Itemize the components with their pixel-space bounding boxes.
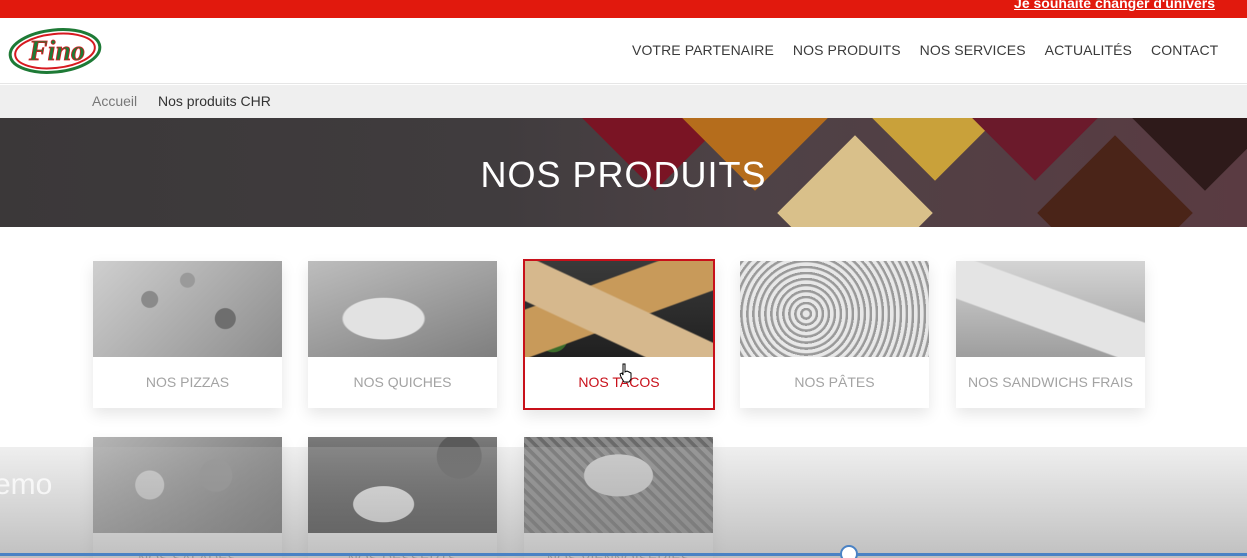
change-universe-link[interactable]: Je souhaite changer d'univers bbox=[1014, 0, 1215, 11]
fino-logo[interactable]: Fino bbox=[8, 27, 102, 75]
product-card-quiches[interactable]: NOS QUICHES bbox=[308, 261, 497, 408]
product-card-salades[interactable]: NOS SALADES bbox=[93, 437, 282, 558]
logo-text: Fino bbox=[28, 36, 85, 67]
hand-cursor-icon bbox=[619, 363, 632, 383]
progress-knob[interactable] bbox=[840, 545, 858, 558]
nav-item-partenaire[interactable]: VOTRE PARTENAIRE bbox=[632, 42, 774, 58]
product-card-desserts[interactable]: NOS DESSERTS bbox=[308, 437, 497, 558]
header: Fino VOTRE PARTENAIRE NOS PRODUITS NOS S… bbox=[0, 18, 1247, 84]
sandwich-photo bbox=[956, 261, 1145, 357]
pasta-photo bbox=[740, 261, 929, 357]
product-label: NOS SANDWICHS FRAIS bbox=[968, 374, 1133, 390]
main-nav: VOTRE PARTENAIRE NOS PRODUITS NOS SERVIC… bbox=[632, 42, 1237, 58]
overlay-watermark: emo bbox=[0, 468, 53, 501]
quiche-photo bbox=[308, 261, 497, 357]
product-label: NOS PÂTES bbox=[794, 374, 875, 390]
nav-item-actualites[interactable]: ACTUALITÉS bbox=[1045, 42, 1132, 58]
top-bar: Je souhaite changer d'univers bbox=[0, 0, 1247, 18]
hero-banner: NOS PRODUITS bbox=[0, 118, 1247, 227]
nav-item-contact[interactable]: CONTACT bbox=[1151, 42, 1218, 58]
product-card-pates[interactable]: NOS PÂTES bbox=[740, 261, 929, 408]
dessert-photo bbox=[308, 437, 497, 533]
salad-photo bbox=[93, 437, 282, 533]
progress-bar[interactable] bbox=[0, 553, 1247, 556]
breadcrumb: Accueil Nos produits CHR bbox=[0, 85, 1247, 118]
product-label: NOS PIZZAS bbox=[145, 374, 230, 390]
nav-item-produits[interactable]: NOS PRODUITS bbox=[793, 42, 901, 58]
breadcrumb-current: Nos produits CHR bbox=[158, 93, 271, 109]
pizza-photo bbox=[93, 261, 282, 357]
breadcrumb-home[interactable]: Accueil bbox=[92, 93, 137, 109]
product-card-tacos[interactable]: NOS TACOS bbox=[523, 259, 715, 410]
viennoiserie-photo bbox=[524, 437, 713, 533]
product-card-pizzas[interactable]: NOS PIZZAS bbox=[93, 261, 282, 408]
page-title: NOS PRODUITS bbox=[480, 154, 767, 195]
product-card-sandwichs[interactable]: NOS SANDWICHS FRAIS bbox=[956, 261, 1145, 408]
product-card-viennoiseries[interactable]: NOS VIENNOISERIES bbox=[524, 437, 713, 558]
product-label: NOS QUICHES bbox=[353, 374, 452, 390]
tacos-photo bbox=[525, 261, 713, 357]
nav-item-services[interactable]: NOS SERVICES bbox=[920, 42, 1026, 58]
